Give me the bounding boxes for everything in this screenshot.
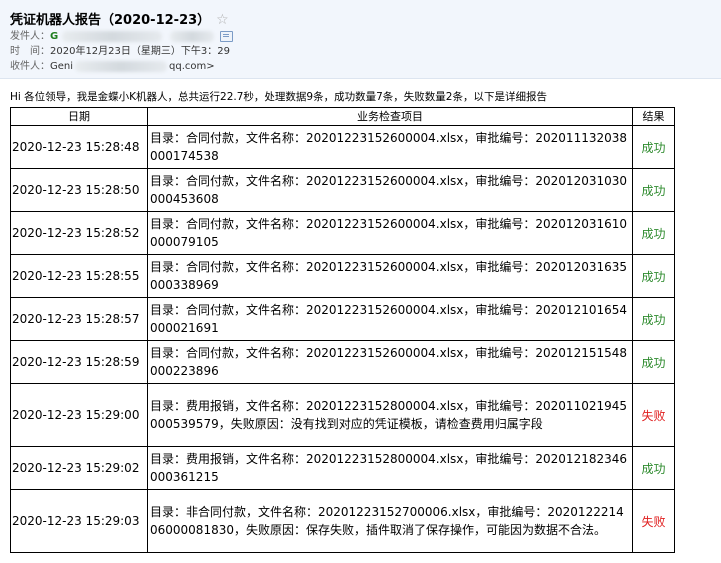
row-item: 目录：合同付款，文件名称：20201223152600004.xlsx，审批编号… [147,254,633,298]
column-header-result: 结果 [632,107,675,126]
row-date: 2020-12-23 15:29:02 [10,446,148,490]
time-row: 时 间：2020年12月23日（星期三）下午3：29 [10,45,230,58]
row-item: 目录：费用报销，文件名称：20201223152800004.xlsx，审批编号… [147,383,633,447]
row-date: 2020-12-23 15:28:48 [10,125,148,169]
row-date: 2020-12-23 15:29:00 [10,383,148,447]
row-item: 目录：合同付款，文件名称：20201223152600004.xlsx，审批编号… [147,297,633,341]
report-intro: Hi 各位领导，我是金蝶小K机器人，总共运行22.7秒，处理数据9条，成功数量7… [10,91,547,103]
sender-row: 发件人：G [10,30,234,43]
time-value: 2020年12月23日（星期三）下午3：29 [50,46,230,57]
email-header: 凭证机器人报告（2020-12-23） ☆ 发件人：G 时 间：2020年12月2… [0,0,721,79]
row-result: 成功 [632,125,675,169]
row-item: 目录：费用报销，文件名称：20201223152800004.xlsx，审批编号… [147,446,633,490]
table-row: 2020-12-23 15:29:00 目录：费用报销，文件名称：2020122… [10,383,675,447]
recipient-label: 收件人： [10,61,50,72]
table-row: 2020-12-23 15:28:50 目录：合同付款，文件名称：2020122… [10,168,675,212]
table-row: 2020-12-23 15:28:52 目录：合同付款，文件名称：2020122… [10,211,675,255]
row-result: 成功 [632,297,675,341]
row-result: 成功 [632,211,675,255]
row-result: 成功 [632,446,675,490]
row-item: 目录：合同付款，文件名称：20201223152600004.xlsx，审批编号… [147,340,633,384]
row-result: 失败 [632,383,675,447]
table-row: 2020-12-23 15:28:55 目录：合同付款，文件名称：2020122… [10,254,675,298]
row-date: 2020-12-23 15:28:55 [10,254,148,298]
table-row: 2020-12-23 15:29:02 目录：费用报销，文件名称：2020122… [10,446,675,490]
sender-name[interactable]: G [50,31,58,42]
recipient-domain: qq.com> [169,61,215,72]
table-row: 2020-12-23 15:29:03 目录：非合同付款，文件名称：202012… [10,489,675,553]
subject-text: 凭证机器人报告（2020-12-23） [10,13,211,28]
contact-card-icon[interactable] [220,30,234,42]
table-header-row: 日期 业务检查项目 结果 [10,107,675,126]
sender-label: 发件人： [10,31,50,42]
star-icon[interactable]: ☆ [216,12,229,28]
redacted-sender-address [170,30,215,42]
row-date: 2020-12-23 15:28:59 [10,340,148,384]
row-date: 2020-12-23 15:28:57 [10,297,148,341]
table-row: 2020-12-23 15:28:59 目录：合同付款，文件名称：2020122… [10,340,675,384]
row-result: 失败 [632,489,675,553]
email-subject: 凭证机器人报告（2020-12-23） ☆ [10,9,229,28]
row-item: 目录：合同付款，文件名称：20201223152600004.xlsx，审批编号… [147,168,633,212]
report-table: 日期 业务检查项目 结果 2020-12-23 15:28:48 目录：合同付款… [10,107,675,553]
row-result: 成功 [632,340,675,384]
row-date: 2020-12-23 15:28:50 [10,168,148,212]
row-item: 目录：合同付款，文件名称：20201223152600004.xlsx，审批编号… [147,125,633,169]
recipient-row: 收件人：Geni qq.com> [10,60,215,73]
row-date: 2020-12-23 15:28:52 [10,211,148,255]
row-item: 目录：合同付款，文件名称：20201223152600004.xlsx，审批编号… [147,211,633,255]
row-date: 2020-12-23 15:29:03 [10,489,148,553]
table-row: 2020-12-23 15:28:57 目录：合同付款，文件名称：2020122… [10,297,675,341]
recipient-name[interactable]: Geni [50,61,73,72]
column-header-item: 业务检查项目 [147,107,633,126]
row-result: 成功 [632,168,675,212]
time-label: 时 间： [10,46,50,57]
column-header-date: 日期 [10,107,148,126]
table-row: 2020-12-23 15:28:48 目录：合同付款，文件名称：2020122… [10,125,675,169]
redacted-sender [62,30,163,42]
row-item: 目录：非合同付款，文件名称：20201223152700006.xlsx，审批编… [147,489,633,553]
row-result: 成功 [632,254,675,298]
redacted-recipient [75,60,168,72]
